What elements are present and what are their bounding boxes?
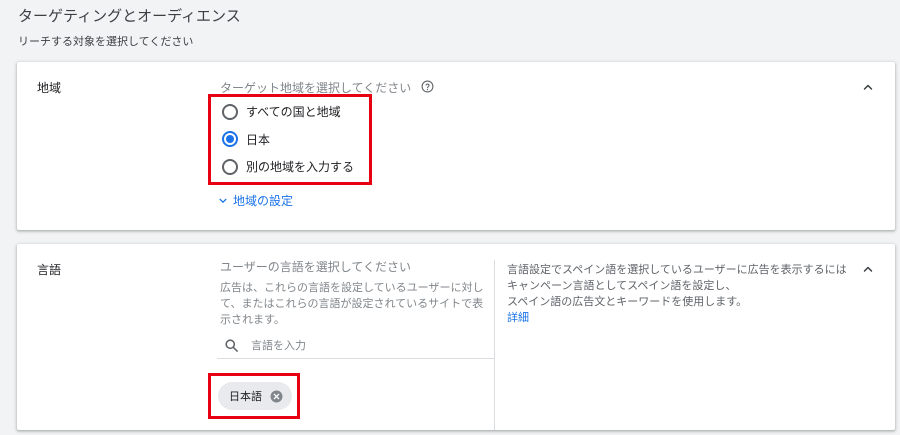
info-text: 言語設定でスペイン語を選択しているユーザーに広告を表示するにはキャンペーン言語と…	[507, 263, 847, 292]
language-info: 言語設定でスペイン語を選択しているユーザーに広告を表示するにはキャンペーン言語と…	[507, 262, 857, 326]
highlight-box	[208, 94, 372, 185]
collapse-language-button[interactable]	[859, 260, 877, 278]
region-hint-text: ターゲット地域を選択してください	[220, 81, 412, 95]
search-divider	[217, 358, 494, 359]
vertical-divider	[494, 260, 495, 430]
language-section-label: 言語	[37, 263, 62, 277]
page-subtitle: リーチする対象を選択してください	[18, 35, 194, 48]
region-section-label: 地域	[37, 81, 62, 95]
language-search[interactable]	[220, 332, 494, 358]
collapse-region-button[interactable]	[859, 78, 877, 96]
chevron-up-icon	[862, 263, 874, 275]
chevron-down-icon	[218, 196, 228, 206]
region-settings-link[interactable]: 地域の設定	[218, 192, 293, 209]
info-text: スペイン語の広告文とキーワードを使用します。	[507, 295, 748, 308]
learn-more-link[interactable]: 詳細	[507, 310, 857, 326]
language-description: 広告は、これらの言語を設定しているユーザーに対して、またはこれらの言語が設定され…	[220, 281, 484, 326]
region-section: 地域 ターゲット地域を選択してください すべての国と地域 日本 別の地域を入力す…	[17, 62, 895, 230]
language-section: 言語 ユーザーの言語を選択してください 広告は、これらの言語を設定しているユーザ…	[17, 244, 895, 430]
search-icon	[224, 338, 239, 353]
highlight-box	[208, 373, 300, 419]
language-search-input[interactable]	[251, 338, 471, 352]
page-title: ターゲティングとオーディエンス	[18, 7, 241, 25]
language-hint: ユーザーの言語を選択してください	[220, 260, 412, 274]
help-circle-icon[interactable]	[421, 80, 434, 96]
region-settings-label: 地域の設定	[233, 194, 294, 208]
chevron-up-icon	[862, 81, 874, 93]
